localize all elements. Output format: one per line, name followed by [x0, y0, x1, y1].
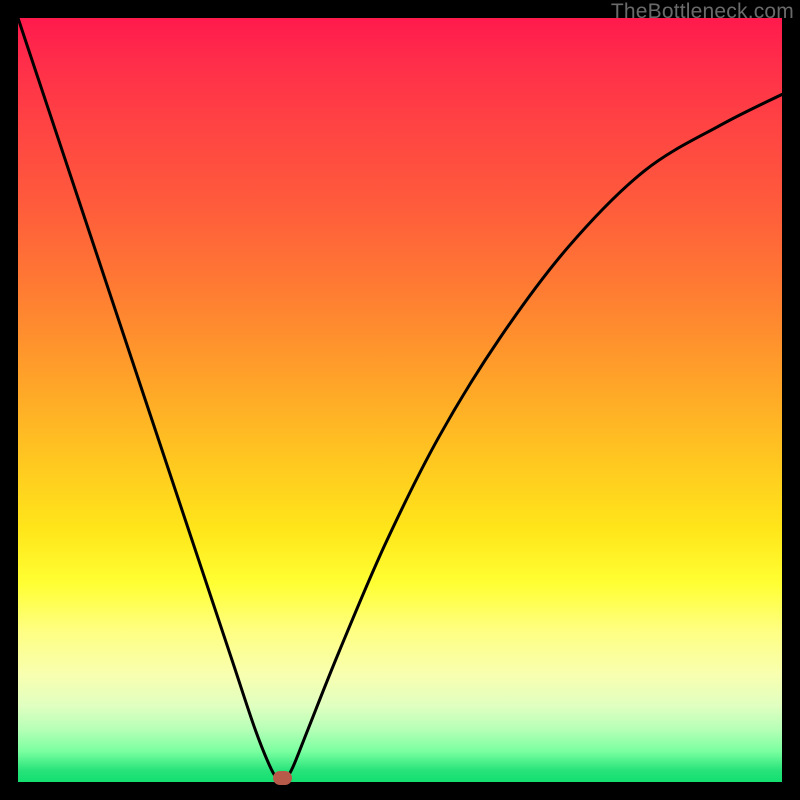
curve-layer [18, 18, 782, 782]
optimal-point-marker [273, 771, 292, 785]
bottleneck-curve [18, 18, 782, 780]
watermark-text: TheBottleneck.com [611, 0, 794, 24]
plot-area [18, 18, 782, 782]
chart-frame [18, 18, 782, 782]
